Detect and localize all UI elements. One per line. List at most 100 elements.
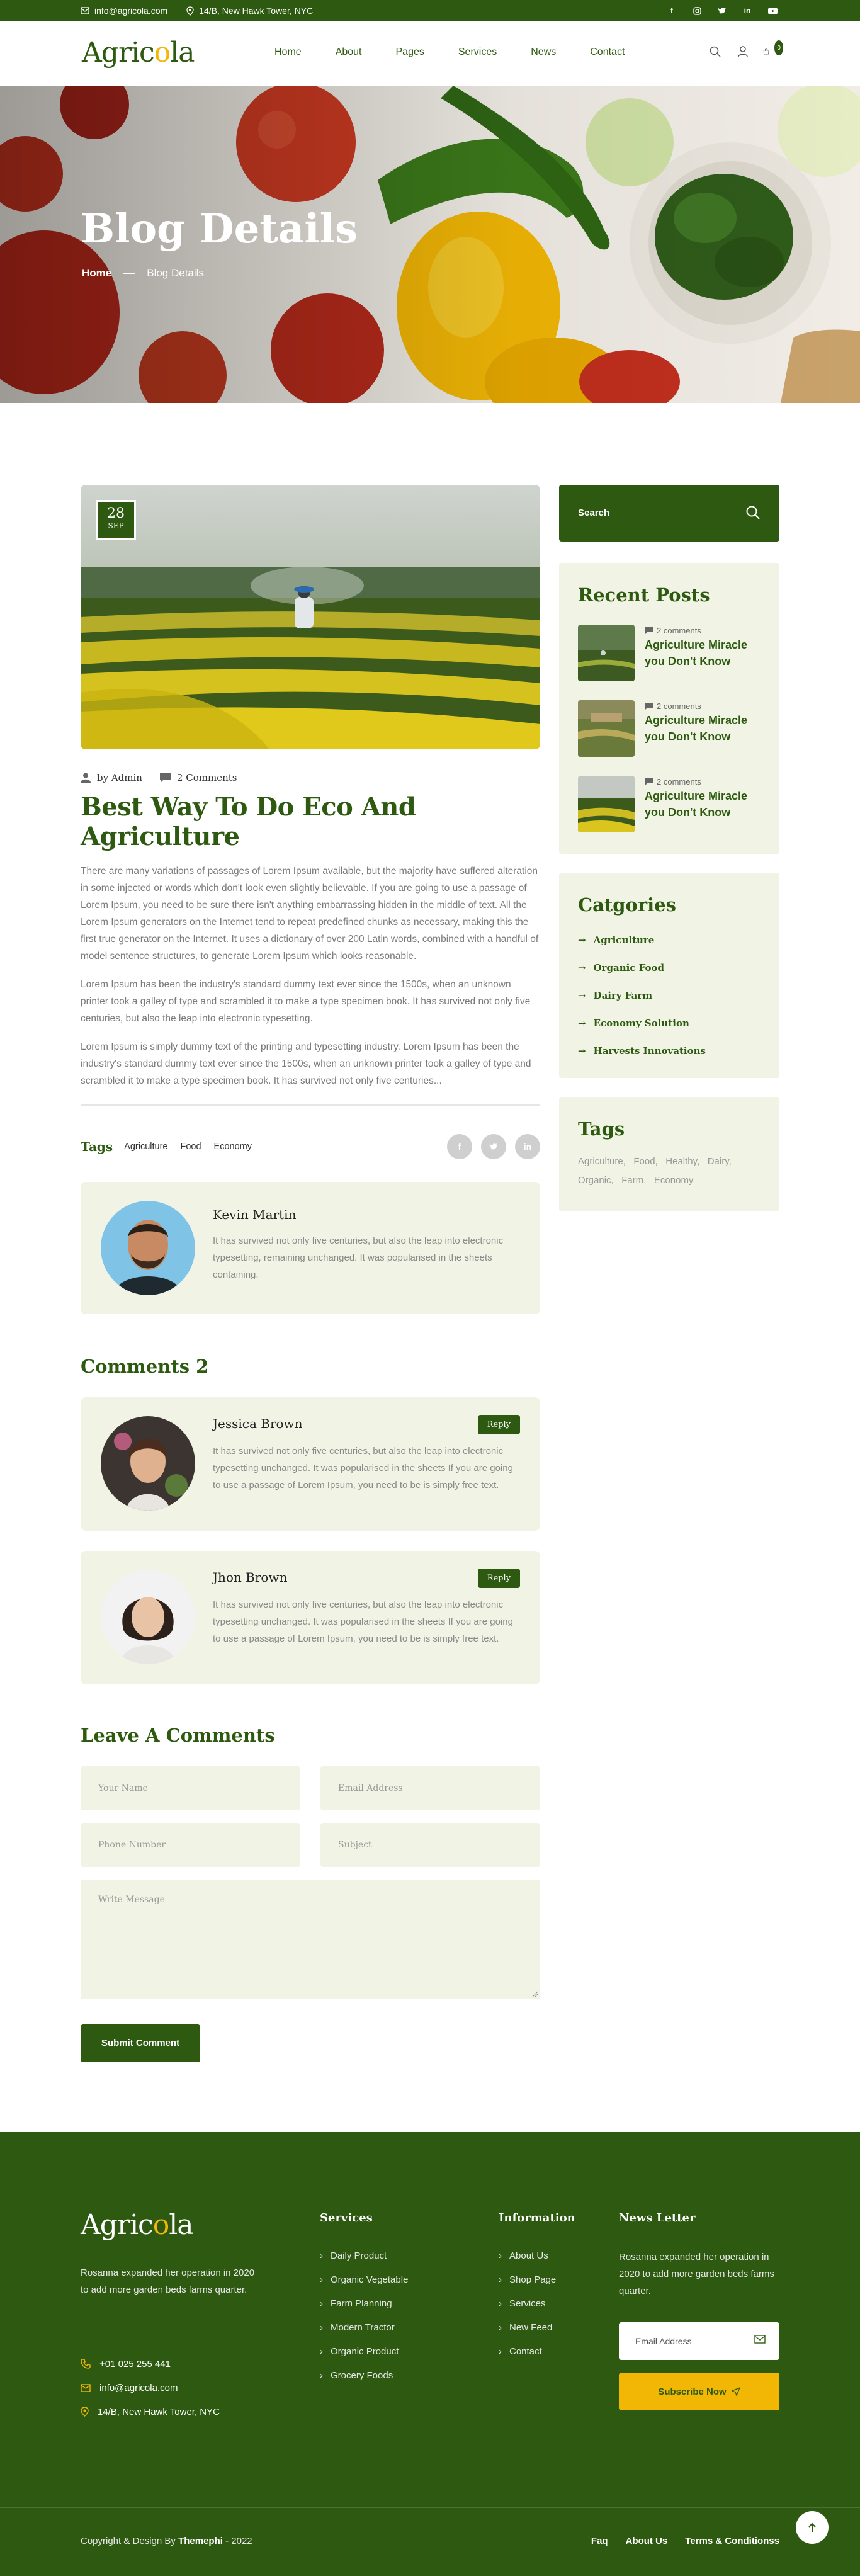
nav-news[interactable]: News <box>531 47 556 58</box>
leave-comment-heading: Leave A Comments <box>81 1725 275 1746</box>
recent-post-title[interactable]: Agriculture Miracle you Don't Know <box>645 788 761 820</box>
topbar-email[interactable]: info@agricola.com <box>81 6 167 16</box>
footer-bottom-link[interactable]: About Us <box>626 2536 668 2546</box>
footer-link[interactable]: › Farm Planning <box>320 2296 408 2310</box>
recent-post-item[interactable]: 2 comments Agriculture Miracle you Don't … <box>578 776 761 832</box>
tag-link[interactable]: Organic, <box>578 1175 614 1186</box>
category-item[interactable]: → Organic Food <box>578 962 761 973</box>
footer-link-label: Organic Product <box>331 2346 399 2357</box>
footer-link[interactable]: › Daily Product <box>320 2249 408 2262</box>
footer-link[interactable]: › About Us <box>499 2249 575 2262</box>
footer-link[interactable]: › Organic Vegetable <box>320 2272 408 2286</box>
footer-logo[interactable]: Agricola <box>81 2209 194 2241</box>
nav-about[interactable]: About <box>336 47 362 58</box>
nav-home[interactable]: Home <box>274 47 302 58</box>
chevron-right-icon: › <box>320 2346 323 2357</box>
recent-post-comments: 2 comments <box>657 626 701 635</box>
footer-link[interactable]: › Organic Product <box>320 2344 408 2358</box>
tag-link[interactable]: Healthy, <box>665 1156 699 1167</box>
comment-icon <box>645 703 653 710</box>
email-field[interactable]: Email Address <box>320 1766 540 1810</box>
copyright-suffix: - 2022 <box>225 2536 252 2546</box>
arrow-right-icon: → <box>578 962 586 973</box>
message-field[interactable]: Write Message <box>81 1880 540 1999</box>
footer-phone[interactable]: +01 025 255 441 <box>99 2359 171 2369</box>
footer-bottom-link[interactable]: Faq <box>591 2536 608 2546</box>
category-item[interactable]: → Agriculture <box>578 934 761 946</box>
name-field[interactable]: Your Name <box>81 1766 300 1810</box>
post-author[interactable]: by Admin <box>81 772 142 783</box>
tag-link[interactable]: Farm, <box>621 1175 646 1186</box>
footer-link[interactable]: › Services <box>499 2296 575 2310</box>
footer-link[interactable]: › Contact <box>499 2344 575 2358</box>
category-item[interactable]: → Economy Solution <box>578 1018 761 1029</box>
cart-icon[interactable]: 0 <box>763 40 783 59</box>
recent-post-comments: 2 comments <box>657 777 701 786</box>
footer-bottom-link[interactable]: Terms & Conditionss <box>685 2536 779 2546</box>
reply-button[interactable]: Reply <box>477 1415 520 1434</box>
recent-post-item[interactable]: 2 comments Agriculture Miracle you Don't … <box>578 700 761 757</box>
arrow-right-icon: → <box>578 1018 586 1029</box>
location-pin-icon <box>186 6 194 16</box>
post-date-day: 28 <box>107 506 125 521</box>
site-logo[interactable]: Agricola <box>82 37 195 69</box>
footer-email[interactable]: info@agricola.com <box>99 2383 178 2393</box>
chevron-right-icon: › <box>320 2298 323 2309</box>
search-icon[interactable] <box>745 505 761 520</box>
newsletter-email-input[interactable]: Email Address <box>619 2322 779 2360</box>
tag-link[interactable]: Food, <box>633 1156 657 1167</box>
linkedin-icon[interactable]: in <box>742 5 753 16</box>
post-paragraph-2: Lorem Ipsum has been the industry's stan… <box>81 979 531 1024</box>
twitter-icon[interactable] <box>716 5 728 16</box>
scroll-to-top-button[interactable] <box>796 2511 829 2544</box>
footer-address: 14/B, New Hawk Tower, NYC <box>98 2406 220 2417</box>
tag-link[interactable]: Economy <box>654 1175 694 1186</box>
user-icon[interactable] <box>735 44 750 59</box>
recent-post-title[interactable]: Agriculture Miracle you Don't Know <box>645 637 761 669</box>
post-meta: by Admin 2 Comments <box>81 772 540 783</box>
footer-description: Rosanna expanded her operation in 2020 t… <box>81 2267 255 2295</box>
twitter-share-icon[interactable] <box>481 1134 506 1159</box>
phone-field[interactable]: Phone Number <box>81 1823 300 1867</box>
facebook-icon[interactable]: f <box>666 5 677 16</box>
copyright-brand[interactable]: Themephi <box>178 2536 223 2546</box>
post-tag[interactable]: Food <box>180 1142 201 1152</box>
post-tag[interactable]: Agriculture <box>124 1142 167 1152</box>
nav-services[interactable]: Services <box>458 47 497 58</box>
footer-link[interactable]: › Grocery Foods <box>320 2368 408 2382</box>
sidebar-search[interactable]: Search <box>559 485 779 542</box>
chevron-right-icon: › <box>499 2250 502 2261</box>
nav-pages[interactable]: Pages <box>396 47 424 58</box>
post-tag[interactable]: Economy <box>214 1142 252 1152</box>
reply-button[interactable]: Reply <box>477 1569 520 1588</box>
search-icon[interactable] <box>708 44 723 59</box>
footer-link[interactable]: › New Feed <box>499 2320 575 2334</box>
category-item[interactable]: → Harvests Innovations <box>578 1045 761 1057</box>
recent-post-item[interactable]: 2 comments Agriculture Miracle you Don't … <box>578 625 761 681</box>
nav-contact[interactable]: Contact <box>590 47 625 58</box>
recent-post-title[interactable]: Agriculture Miracle you Don't Know <box>645 712 761 745</box>
submit-comment-button[interactable]: Submit Comment <box>81 2024 200 2062</box>
instagram-icon[interactable] <box>691 5 703 16</box>
subject-field[interactable]: Subject <box>320 1823 540 1867</box>
post-comments-count[interactable]: 2 Comments <box>159 772 237 783</box>
category-item[interactable]: → Dairy Farm <box>578 990 761 1001</box>
youtube-icon[interactable] <box>767 5 778 16</box>
breadcrumb-home[interactable]: Home <box>82 267 111 280</box>
footer-link[interactable]: › Modern Tractor <box>320 2320 408 2334</box>
categories-widget: Catgories → Agriculture → Organic Food → Da… <box>559 873 779 1078</box>
arrow-up-icon <box>808 2522 816 2532</box>
search-input[interactable]: Search <box>578 508 609 518</box>
arrow-right-icon: → <box>578 990 586 1001</box>
topbar-address-text: 14/B, New Hawk Tower, NYC <box>199 6 314 16</box>
footer-link[interactable]: › Shop Page <box>499 2272 575 2286</box>
tag-link[interactable]: Agriculture, <box>578 1156 626 1167</box>
linkedin-share-icon[interactable]: in <box>515 1134 540 1159</box>
topbar-social: f in <box>666 5 778 16</box>
avatar <box>101 1570 195 1664</box>
facebook-share-icon[interactable]: f <box>447 1134 472 1159</box>
subscribe-button[interactable]: Subscribe Now <box>619 2373 779 2410</box>
chevron-right-icon: › <box>320 2322 323 2333</box>
phone-icon <box>81 2359 91 2369</box>
tag-link[interactable]: Dairy, <box>708 1156 732 1167</box>
